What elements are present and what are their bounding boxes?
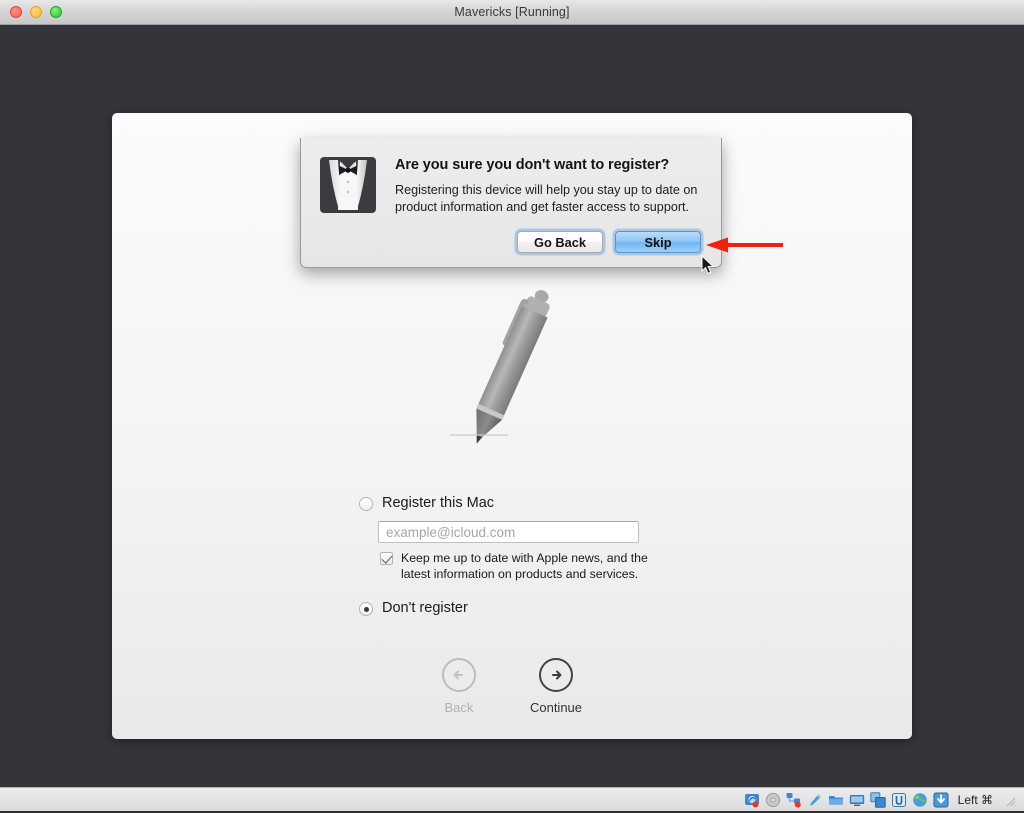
skip-button[interactable]: Skip	[615, 231, 701, 253]
display-icon[interactable]	[849, 792, 865, 808]
minimize-window-button[interactable]	[30, 6, 42, 18]
dialog-title: Are you sure you don't want to register?	[395, 157, 703, 173]
option-dont-register[interactable]: Don't register	[359, 600, 679, 616]
registration-form: Register this Mac Keep me up to date wit…	[359, 495, 679, 616]
shared-folders-icon[interactable]	[828, 792, 844, 808]
radio-register-this-mac[interactable]	[359, 497, 373, 511]
resize-grip-icon[interactable]	[1004, 794, 1016, 806]
email-field[interactable]	[378, 521, 639, 543]
panel-navigation: Back Continue	[112, 658, 912, 715]
go-back-button[interactable]: Go Back	[517, 231, 603, 253]
network-adapter-icon[interactable]	[786, 792, 802, 808]
back-button[interactable]: Back	[442, 658, 476, 715]
guest-additions-icon[interactable]	[912, 792, 928, 808]
dialog-message: Registering this device will help you st…	[395, 182, 703, 215]
continue-label: Continue	[530, 700, 582, 715]
window-title: Mavericks [Running]	[0, 5, 1024, 19]
pen-illustration	[112, 273, 912, 453]
optical-disk-icon[interactable]	[765, 792, 781, 808]
option-register-label: Register this Mac	[382, 495, 494, 511]
arrow-left-icon	[442, 658, 476, 692]
usb-icon[interactable]	[807, 792, 823, 808]
back-label: Back	[445, 700, 474, 715]
newsletter-label-line-1: Keep me up to date with Apple news, and …	[401, 551, 648, 565]
register-confirmation-dialog: Are you sure you don't want to register?…	[300, 138, 722, 268]
annotation-arrow-icon	[706, 237, 784, 253]
zoom-window-button[interactable]	[50, 6, 62, 18]
tuxedo-icon	[319, 156, 377, 219]
remote-desktop-icon[interactable]	[870, 792, 886, 808]
host-key-indicator: Left ⌘	[958, 793, 993, 807]
traffic-light-buttons	[10, 6, 62, 18]
arrow-right-icon	[539, 658, 573, 692]
option-dont-register-label: Don't register	[382, 600, 468, 616]
newsletter-checkbox-row[interactable]: Keep me up to date with Apple news, and …	[380, 551, 679, 582]
newsletter-label-line-2: latest information on products and servi…	[401, 567, 638, 581]
close-window-button[interactable]	[10, 6, 22, 18]
option-register-this-mac[interactable]: Register this Mac	[359, 495, 679, 511]
window-title-bar: Mavericks [Running]	[0, 0, 1024, 25]
virtual-machine-screen: Register Your Mac Stay up to date on pro…	[0, 25, 1024, 787]
radio-dont-register[interactable]	[359, 602, 373, 616]
mouse-cursor	[701, 255, 715, 280]
video-capture-icon[interactable]	[891, 792, 907, 808]
virtualbox-status-bar: Left ⌘	[0, 787, 1024, 811]
newsletter-checkbox[interactable]	[380, 552, 393, 565]
host-io-cache-icon[interactable]	[933, 792, 949, 808]
hard-disk-icon[interactable]	[744, 792, 760, 808]
continue-button[interactable]: Continue	[530, 658, 582, 715]
